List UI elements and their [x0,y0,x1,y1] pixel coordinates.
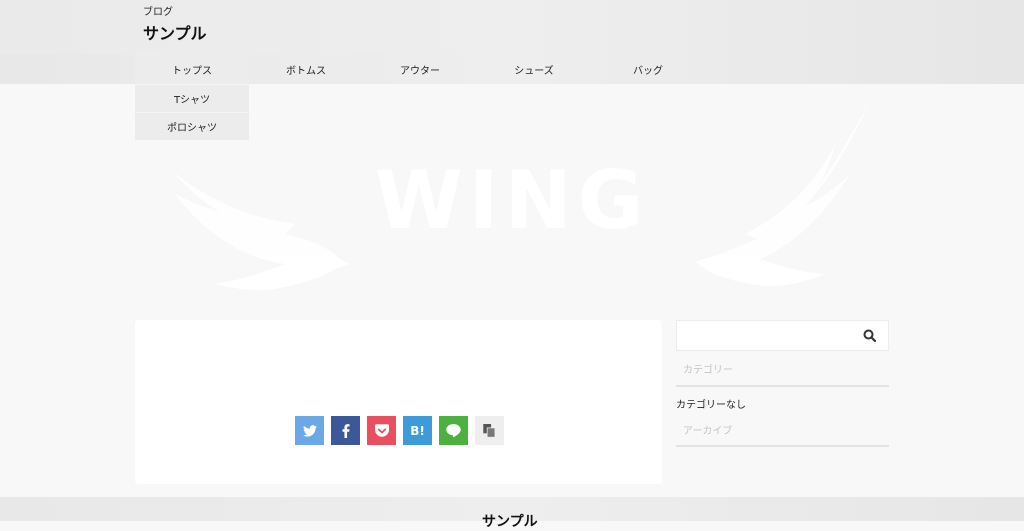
share-line-button[interactable] [439,416,468,445]
nav-item-shoes[interactable]: シューズ [477,54,591,84]
hatena-icon: B! [410,423,425,438]
archive-widget-title: アーカイブ [676,413,889,447]
share-buttons: B! [295,416,504,445]
search-button[interactable] [862,328,878,344]
share-facebook-button[interactable] [331,416,360,445]
nav-item-label: ボトムス [286,65,326,77]
nav-dropdown: Tシャツ ポロシャツ [135,84,249,140]
nav-item-label: シューズ [514,65,554,77]
search-input[interactable] [683,326,853,346]
share-pocket-button[interactable] [367,416,396,445]
category-widget-title: カテゴリー [676,351,889,387]
facebook-icon [342,423,349,438]
nav-item-bag[interactable]: バッグ [591,54,705,84]
nav-item-label: トップス [172,65,212,77]
nav-item-outer[interactable]: アウター [363,54,477,84]
site-header: ブログ サンプル [0,0,1024,54]
category-item[interactable]: カテゴリーなし [676,387,889,413]
share-twitter-button[interactable] [295,416,324,445]
sidebar: カテゴリー カテゴリーなし アーカイブ [676,320,889,447]
dropdown-item-polo[interactable]: ポロシャツ [135,112,249,140]
site-title[interactable]: サンプル [143,20,207,44]
global-nav: トップス ボトムス アウター シューズ バッグ [0,54,1024,84]
share-hatena-button[interactable]: B! [403,416,432,445]
nav-item-tops[interactable]: トップス [135,54,249,84]
dropdown-item-tshirt[interactable]: Tシャツ [135,84,249,112]
site-subtitle: ブログ [143,7,173,18]
nav-item-label: バッグ [633,65,663,77]
footer-title[interactable]: サンプル [482,511,538,531]
article-card: B! [135,320,662,484]
site-footer: サンプル [0,497,1024,530]
copy-icon [483,423,496,438]
nav-item-label: アウター [400,65,440,77]
nav-item-bottoms[interactable]: ボトムス [249,54,363,84]
chat-bubble-icon [446,424,461,437]
copy-link-button[interactable] [475,416,504,445]
pocket-icon [374,424,389,437]
hero-logo-text: WING [375,154,650,247]
twitter-icon [302,424,317,436]
search-icon [863,329,877,343]
search-box [676,320,889,351]
